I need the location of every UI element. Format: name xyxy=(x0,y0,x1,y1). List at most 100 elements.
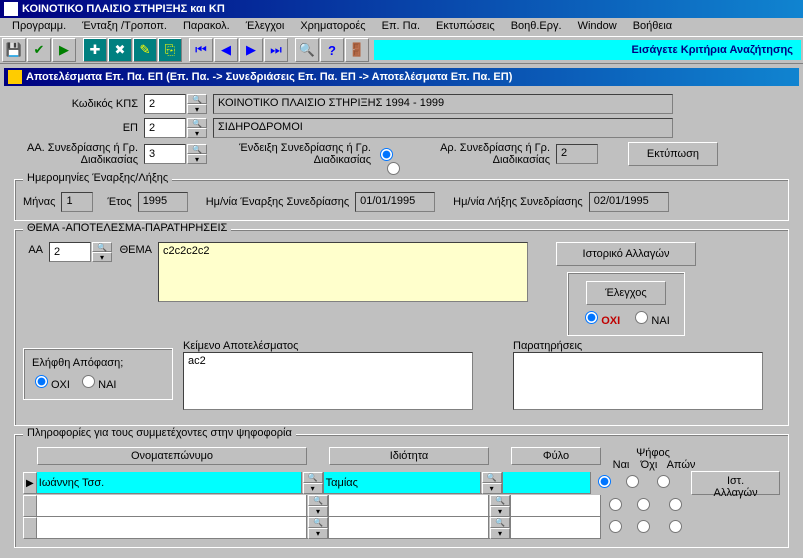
menu-parakol[interactable]: Παρακολ. xyxy=(175,18,238,36)
menu-programm[interactable]: Προγραμμ. xyxy=(4,18,74,36)
hm-enarx-field: 01/01/1995 xyxy=(355,192,435,212)
row-history-button[interactable]: Ιστ. Αλλαγών xyxy=(691,471,780,495)
aa-syn-input[interactable] xyxy=(144,144,186,164)
menu-ektyposeis[interactable]: Εκτυπώσεις xyxy=(428,18,503,36)
menu-help[interactable]: Βοήθεια xyxy=(625,18,680,36)
child-titlebar: Αποτελέσματα Επ. Πα. ΕΠ (Επ. Πα. -> Συνε… xyxy=(4,68,799,86)
search-hint: Εισάγετε Κριτήρια Αναζήτησης xyxy=(374,40,801,60)
name-lookup[interactable]: 🔍▾ xyxy=(308,517,328,539)
apofasi-oxi-radio[interactable] xyxy=(35,375,48,388)
vote-apon-radio[interactable] xyxy=(657,475,670,488)
vote-nai-radio[interactable] xyxy=(609,520,622,533)
check-oxi-radio[interactable] xyxy=(585,311,598,324)
role-lookup[interactable]: 🔍▾ xyxy=(490,517,510,539)
minas-field: 1 xyxy=(61,192,93,212)
first-icon[interactable]: ⏮ xyxy=(189,38,213,62)
cell-name[interactable] xyxy=(37,495,307,517)
dates-fieldset: Ημερομηνίες Έναρξης/Λήξης Μήνας 1 Έτος 1… xyxy=(14,179,789,221)
cell-role[interactable] xyxy=(329,517,489,539)
label-minas: Μήνας xyxy=(23,196,61,208)
cell-role[interactable] xyxy=(329,495,489,517)
vote-nai-radio[interactable] xyxy=(609,498,622,511)
role-lookup[interactable]: 🔍▾ xyxy=(482,472,502,494)
label-kps: Κωδικός ΚΠΣ xyxy=(14,98,144,110)
play-icon[interactable]: ▶ xyxy=(52,38,76,62)
check-icon[interactable]: ✔ xyxy=(27,38,51,62)
apofasi-nai-radio[interactable] xyxy=(82,375,95,388)
kps-code-input[interactable] xyxy=(144,94,186,114)
col-role: Ιδιότητα xyxy=(329,447,489,465)
col-vote-apon: Απών xyxy=(663,459,699,471)
cell-gender[interactable] xyxy=(511,517,601,539)
print-button[interactable]: Εκτύπωση xyxy=(628,142,718,166)
participants-fieldset: Πληροφορίες για τους συμμετέχοντες στην … xyxy=(14,434,789,548)
thema-textarea[interactable] xyxy=(158,242,528,302)
exit-icon[interactable]: 🚪 xyxy=(345,38,369,62)
save-icon[interactable]: 💾 xyxy=(2,38,26,62)
search-icon[interactable]: 🔍 xyxy=(295,38,319,62)
check-nai-radio[interactable] xyxy=(635,311,648,324)
copy-icon[interactable]: ⎘ xyxy=(158,38,182,62)
menu-window[interactable]: Window xyxy=(570,18,625,36)
apofasi-nai-label[interactable]: ΝΑΙ xyxy=(79,379,116,391)
last-icon[interactable]: ⏭ xyxy=(264,38,288,62)
label-ar-syn: Αρ. Συνεδρίασης ή Γρ. Διαδικασίας xyxy=(426,142,556,166)
vote-nai-radio[interactable] xyxy=(598,475,611,488)
history-button[interactable]: Ιστορικό Αλλαγών xyxy=(556,242,696,266)
label-paratiriseis: Παρατηρήσεις xyxy=(513,340,763,352)
check-oxi-label[interactable]: ΟΧΙ xyxy=(582,315,620,327)
menu-xrimatoroes[interactable]: Χρηματοροές xyxy=(292,18,373,36)
hm-lix-field: 02/01/1995 xyxy=(589,192,669,212)
menu-elegxoi[interactable]: Έλεγχοι xyxy=(238,18,293,36)
aa-syn-lookup[interactable]: 🔍▾ xyxy=(187,144,207,164)
prev-icon[interactable]: ◀ xyxy=(214,38,238,62)
vote-oxi-radio[interactable] xyxy=(626,475,639,488)
label-aa: ΑΑ xyxy=(23,242,49,256)
row-marker-icon: ▶ xyxy=(23,472,37,494)
thema-legend: ΘΕΜΑ -ΑΠΟΤΕΛΕΣΜΑ-ΠΑΡΑΤΗΡΗΣΕΙΣ xyxy=(23,222,231,234)
next-icon[interactable]: ▶ xyxy=(239,38,263,62)
elegxos-box: Έλεγχος ΟΧΙ ΝΑΙ xyxy=(567,272,685,336)
edit-icon[interactable]: ✎ xyxy=(133,38,157,62)
role-lookup[interactable]: 🔍▾ xyxy=(490,495,510,517)
keimeno-textarea[interactable] xyxy=(183,352,473,410)
cell-gender[interactable] xyxy=(511,495,601,517)
name-lookup[interactable]: 🔍▾ xyxy=(303,472,323,494)
vote-oxi-radio[interactable] xyxy=(637,498,650,511)
vote-apon-radio[interactable] xyxy=(669,520,682,533)
apofasi-oxi-label[interactable]: ΟΧΙ xyxy=(32,379,70,391)
ar-syn-field: 2 xyxy=(556,144,598,164)
label-etos: Έτος xyxy=(107,196,137,208)
vote-apon-radio[interactable] xyxy=(669,498,682,511)
cell-gender[interactable] xyxy=(503,472,591,494)
thema-fieldset: ΘΕΜΑ -ΑΠΟΤΕΛΕΣΜΑ-ΠΑΡΑΤΗΡΗΣΕΙΣ ΑΑ 🔍▾ ΘΕΜΑ… xyxy=(14,229,789,426)
cell-role[interactable]: Ταμίας xyxy=(324,472,481,494)
cell-name[interactable] xyxy=(37,517,307,539)
toolbar: 💾 ✔ ▶ ✚ ✖ ✎ ⎘ ⏮ ◀ ▶ ⏭ 🔍 ? 🚪 Εισάγετε Κρι… xyxy=(0,36,803,64)
delete-icon[interactable]: ✖ xyxy=(108,38,132,62)
check-button[interactable]: Έλεγχος xyxy=(586,281,666,305)
aa-lookup[interactable]: 🔍▾ xyxy=(92,242,112,262)
ep-lookup[interactable]: 🔍▾ xyxy=(187,118,207,138)
menu-eppa[interactable]: Επ. Πα. xyxy=(374,18,428,36)
app-title: ΚΟΙΝΟΤΙΚΟ ΠΛΑΙΣΙΟ ΣΤΗΡΙΞΗΣ και ΚΠ xyxy=(22,0,225,18)
endeixi-radio-1[interactable] xyxy=(380,148,393,161)
table-row[interactable]: 🔍▾ 🔍▾ xyxy=(23,495,780,517)
help-icon[interactable]: ? xyxy=(320,38,344,62)
new-icon[interactable]: ✚ xyxy=(83,38,107,62)
ep-code-input[interactable] xyxy=(144,118,186,138)
table-row[interactable]: ▶ Ιωάννης Τσσ. 🔍▾ Ταμίας 🔍▾ Ιστ. Αλλαγών xyxy=(23,471,780,495)
cell-name[interactable]: Ιωάννης Τσσ. xyxy=(37,472,302,494)
check-nai-label[interactable]: ΝΑΙ xyxy=(632,315,669,327)
paratiriseis-textarea[interactable] xyxy=(513,352,763,410)
aa-input[interactable] xyxy=(49,242,91,262)
menu-voitherg[interactable]: Βοηθ.Εργ. xyxy=(503,18,570,36)
label-ep: ΕΠ xyxy=(14,122,144,134)
label-endeixi: Ένδειξη Συνεδρίασης ή Γρ. Διαδικασίας xyxy=(217,142,377,166)
name-lookup[interactable]: 🔍▾ xyxy=(308,495,328,517)
vote-oxi-radio[interactable] xyxy=(637,520,650,533)
kps-lookup[interactable]: 🔍▾ xyxy=(187,94,207,114)
table-row[interactable]: 🔍▾ 🔍▾ xyxy=(23,517,780,539)
endeixi-radio-2[interactable] xyxy=(387,162,400,175)
menu-entaxi[interactable]: Ένταξη /Τροποπ. xyxy=(74,18,175,36)
